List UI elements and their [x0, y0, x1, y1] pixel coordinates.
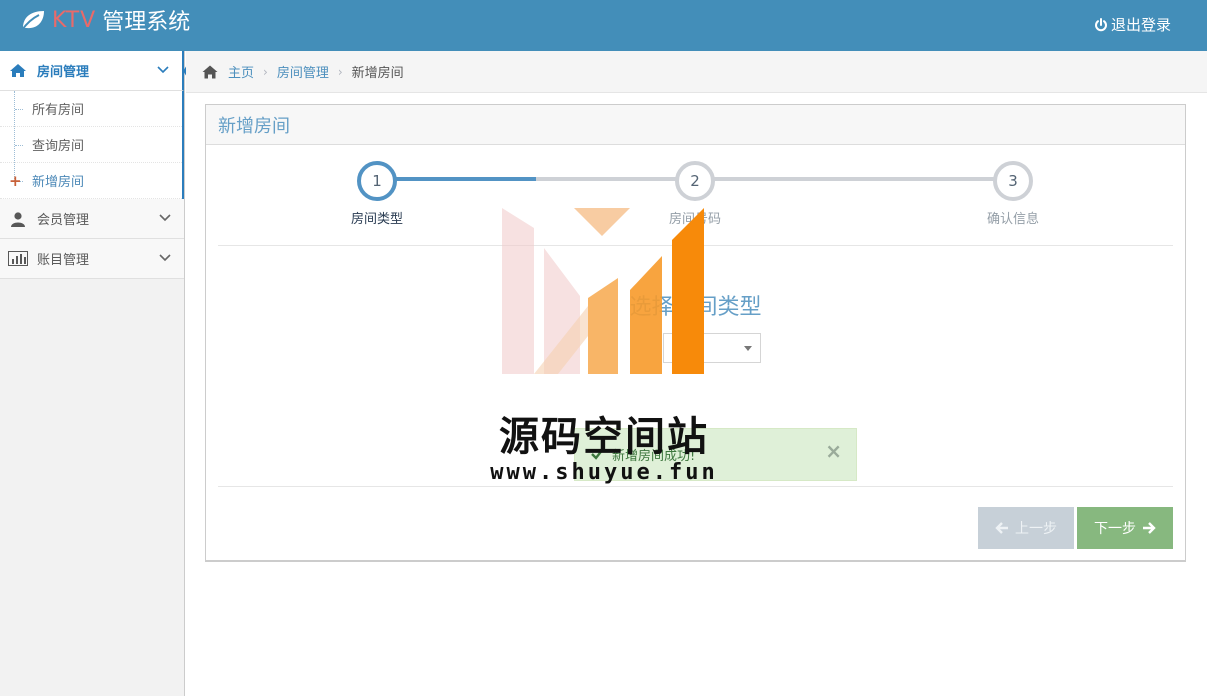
breadcrumb-home-link[interactable]: 主页 [228, 62, 254, 81]
brand-title: 管理系统 [102, 10, 191, 35]
main-content: 主页 › 房间管理 › 新增房间 新增房间 1 房间类型 2 房间号码 3 确认… [186, 51, 1207, 696]
home-icon [202, 65, 218, 78]
sidebar-subitem-label: 查询房间 [32, 139, 85, 154]
breadcrumb-section-link[interactable]: 房间管理 [277, 62, 329, 81]
sidebar-item-account-management[interactable]: 账目管理 [0, 239, 184, 279]
sidebar-item-label: 账目管理 [37, 253, 90, 268]
sidebar-item-label: 房间管理 [37, 65, 90, 80]
add-room-widget: 新增房间 1 房间类型 2 房间号码 3 确认信息 选择房间类型 新增房间成功!… [205, 104, 1186, 562]
top-navbar: KTV 管理系统 退出登录 [0, 0, 1207, 51]
pane-title: 选择房间类型 [629, 295, 762, 320]
step-remaining-line [536, 177, 1014, 181]
sidebar-subitem-query-rooms[interactable]: 查询房间 [0, 127, 182, 163]
wizard-steps: 1 房间类型 2 房间号码 3 确认信息 [218, 145, 1173, 246]
brand-ktv: KTV [52, 7, 97, 33]
step-1[interactable]: 1 房间类型 [327, 161, 427, 227]
chevron-down-icon [159, 214, 171, 222]
widget-title: 新增房间 [206, 105, 1185, 145]
close-icon[interactable]: × [825, 441, 842, 461]
step-2[interactable]: 2 房间号码 [645, 161, 745, 227]
brand[interactable]: KTV 管理系统 [20, 4, 190, 36]
sidebar-item-member-management[interactable]: 会员管理 [0, 199, 184, 239]
sidebar-subitem-label: 新增房间 [32, 175, 85, 190]
logout-button[interactable]: 退出登录 [1094, 14, 1171, 35]
breadcrumb-separator-icon: › [337, 64, 343, 79]
step-3-label: 确认信息 [986, 212, 1039, 227]
power-icon [1095, 17, 1107, 31]
step-2-label: 房间号码 [668, 212, 721, 227]
room-type-select[interactable] [663, 333, 761, 363]
prev-step-button[interactable]: 上一步 [978, 507, 1074, 549]
sidebar: 房间管理 所有房间 查询房间 + 新增房间 会员管理 账目管理 [0, 51, 193, 696]
next-step-button[interactable]: 下一步 [1077, 507, 1173, 549]
check-icon [591, 448, 604, 460]
caret-down-icon [744, 346, 752, 351]
step-1-label: 房间类型 [350, 212, 403, 227]
logout-label: 退出登录 [1110, 16, 1171, 34]
chevron-down-icon [159, 254, 171, 262]
step-3[interactable]: 3 确认信息 [963, 161, 1063, 227]
chevron-down-icon [157, 66, 169, 74]
sidebar-subitem-label: 所有房间 [32, 103, 85, 118]
alert-message: 新增房间成功! [612, 449, 696, 464]
sidebar-subitem-all-rooms[interactable]: 所有房间 [0, 91, 182, 127]
breadcrumb-current: 新增房间 [351, 66, 404, 81]
bar-chart-icon [8, 251, 28, 267]
step-2-circle: 2 [675, 161, 715, 201]
home-icon [8, 63, 28, 79]
plus-icon: + [9, 172, 22, 190]
leaf-icon [21, 11, 44, 31]
step-1-circle: 1 [357, 161, 397, 201]
sidebar-subitem-add-room[interactable]: + 新增房间 [0, 163, 182, 199]
sidebar-item-label: 会员管理 [37, 213, 90, 228]
prev-step-label: 上一步 [1015, 521, 1057, 537]
user-icon [8, 211, 28, 227]
sidebar-item-room-management[interactable]: 房间管理 [0, 51, 193, 91]
step-3-circle: 3 [993, 161, 1033, 201]
arrow-right-icon [1143, 522, 1156, 534]
success-alert: 新增房间成功! × [574, 428, 857, 481]
next-step-label: 下一步 [1094, 521, 1136, 537]
submenu-room-management: 所有房间 查询房间 + 新增房间 [0, 91, 184, 199]
arrow-left-icon [995, 522, 1008, 534]
breadcrumb-separator-icon: › [263, 64, 268, 79]
breadcrumb: 主页 › 房间管理 › 新增房间 [186, 51, 1207, 93]
